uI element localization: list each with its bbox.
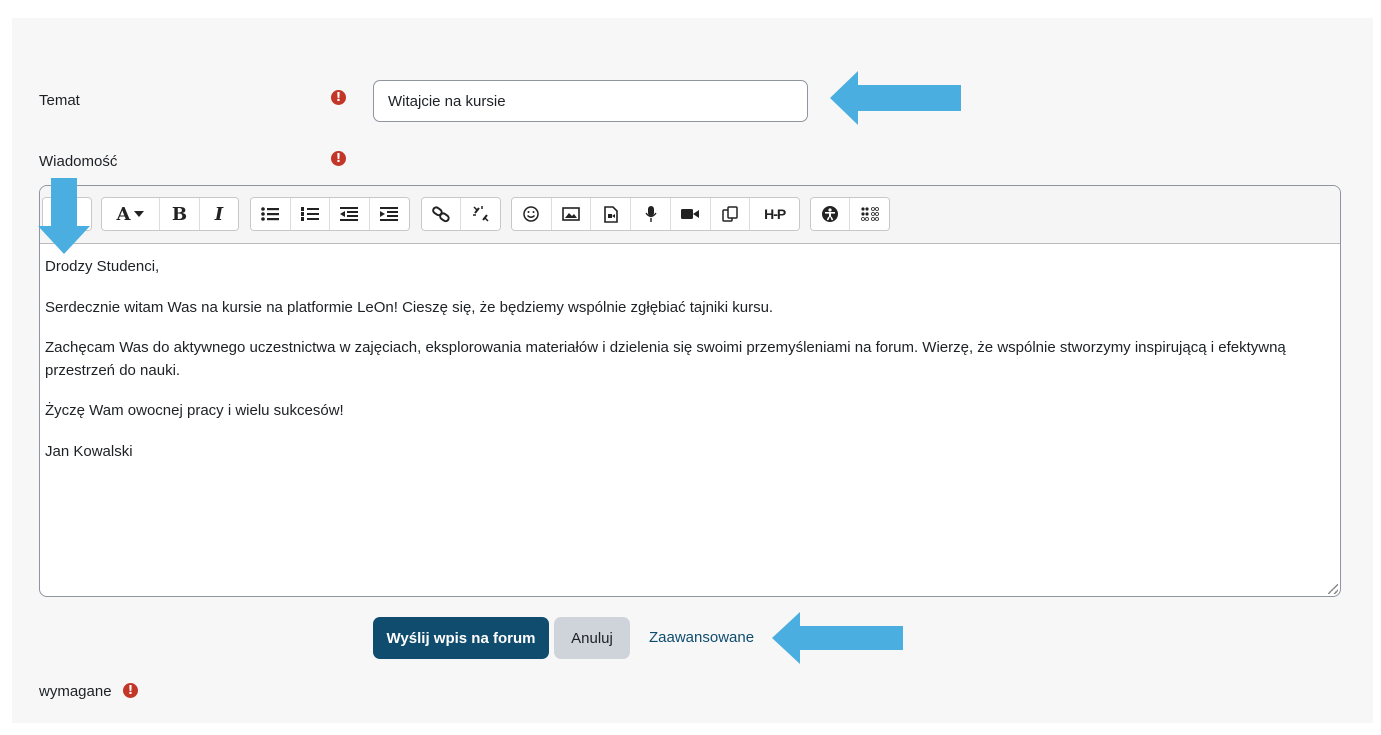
unlink-button[interactable] bbox=[461, 198, 500, 230]
image-button[interactable] bbox=[551, 198, 592, 230]
required-icon: ! bbox=[331, 90, 346, 105]
message-paragraph: Serdecznie witam Was na kursie na platfo… bbox=[45, 298, 774, 316]
subject-label: Temat bbox=[39, 92, 80, 109]
bold-button[interactable]: B bbox=[160, 198, 200, 230]
message-paragraph: Zachęcam Was do aktywnego uczestnictwa w… bbox=[45, 339, 1286, 379]
editor-toolbar: A B I H-P bbox=[40, 186, 1340, 244]
message-paragraph: Życzę Wam owocnej pracy i wielu sukcesów… bbox=[45, 402, 344, 419]
accessibility-checker-button[interactable] bbox=[811, 198, 851, 230]
font-style-icon: A bbox=[116, 203, 131, 225]
annotation-arrow-right bbox=[830, 71, 961, 125]
ordered-list-icon bbox=[300, 207, 319, 221]
outdent-button[interactable] bbox=[330, 198, 370, 230]
toolbar-group-format: A B I bbox=[101, 197, 239, 231]
resize-handle[interactable] bbox=[1328, 584, 1338, 594]
required-icon: ! bbox=[331, 151, 346, 166]
manage-files-button[interactable] bbox=[710, 198, 751, 230]
toolbar-group-accessibility bbox=[810, 197, 890, 231]
required-note-label: wymagane bbox=[39, 683, 112, 700]
microphone-icon bbox=[644, 206, 657, 222]
advanced-link[interactable]: Zaawansowane bbox=[649, 629, 754, 646]
ordered-list-button[interactable] bbox=[290, 198, 330, 230]
font-style-dropdown-button[interactable]: A bbox=[102, 198, 160, 230]
smiley-icon bbox=[523, 206, 540, 222]
caret-down-icon bbox=[134, 211, 145, 217]
toolbar-group-media: H-P bbox=[511, 197, 800, 231]
italic-icon: I bbox=[214, 203, 224, 225]
bold-icon: B bbox=[171, 203, 188, 225]
accessibility-icon bbox=[822, 206, 838, 222]
annotation-arrow-right bbox=[772, 612, 903, 664]
message-paragraph: Jan Kowalski bbox=[45, 442, 133, 460]
annotation-arrow-down bbox=[38, 178, 90, 254]
unordered-list-icon bbox=[261, 207, 280, 221]
record-video-button[interactable] bbox=[670, 198, 711, 230]
braille-icon bbox=[860, 207, 879, 221]
subject-input[interactable] bbox=[373, 80, 808, 122]
message-paragraph: Drodzy Studenci, bbox=[45, 258, 160, 275]
link-button[interactable] bbox=[422, 198, 462, 230]
emoji-button[interactable] bbox=[512, 198, 552, 230]
outdent-icon bbox=[340, 207, 359, 221]
files-icon bbox=[722, 206, 738, 222]
screenreader-helper-button[interactable] bbox=[850, 198, 889, 230]
link-icon bbox=[432, 206, 450, 223]
h5p-button[interactable]: H-P bbox=[750, 198, 799, 230]
required-icon: ! bbox=[123, 683, 138, 698]
message-content[interactable]: Drodzy Studenci, Serdecznie witam Was na… bbox=[45, 256, 1330, 481]
record-audio-button[interactable] bbox=[631, 198, 671, 230]
message-editor[interactable]: A B I H-P Drodzy Studenci, Serdecznie wi… bbox=[39, 185, 1341, 597]
italic-button[interactable]: I bbox=[200, 198, 238, 230]
image-icon bbox=[562, 207, 580, 221]
video-camera-icon bbox=[681, 209, 700, 219]
toolbar-group-lists bbox=[250, 197, 410, 231]
cancel-button[interactable]: Anuluj bbox=[554, 617, 630, 659]
indent-button[interactable] bbox=[369, 198, 409, 230]
unordered-list-button[interactable] bbox=[251, 198, 291, 230]
media-file-icon bbox=[603, 205, 618, 223]
h5p-icon: H-P bbox=[764, 206, 786, 222]
indent-icon bbox=[380, 207, 399, 221]
message-label: Wiadomość bbox=[39, 153, 118, 170]
unlink-icon bbox=[472, 206, 489, 222]
media-button[interactable] bbox=[591, 198, 632, 230]
submit-post-button[interactable]: Wyślij wpis na forum bbox=[373, 617, 549, 659]
toolbar-group-links bbox=[421, 197, 501, 231]
